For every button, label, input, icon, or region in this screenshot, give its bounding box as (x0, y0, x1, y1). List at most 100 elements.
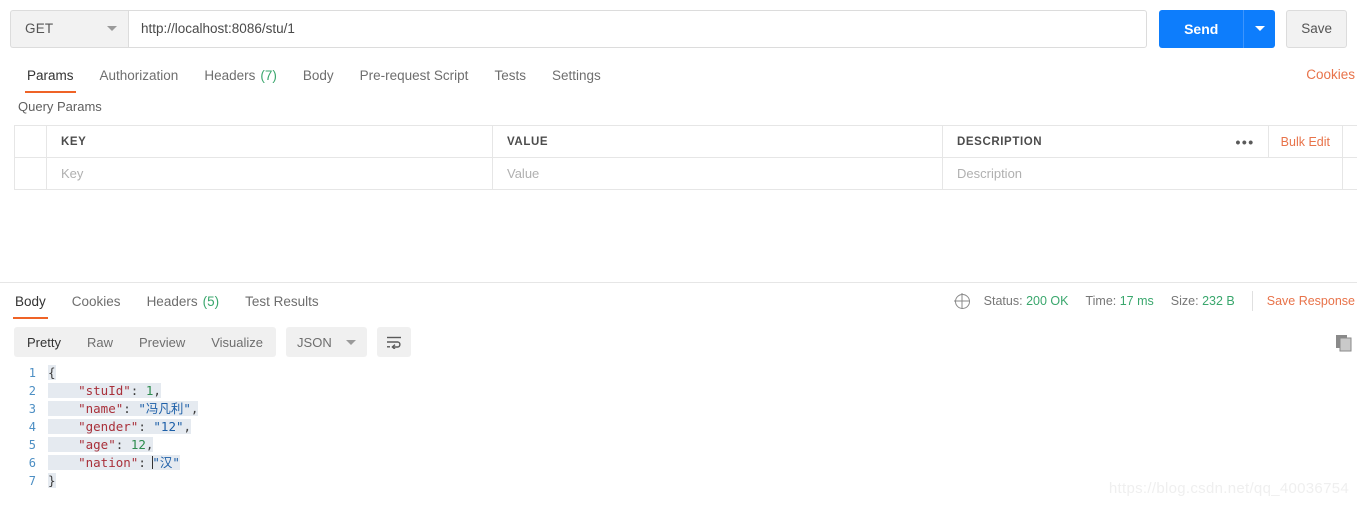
code-line: 5 "age": 12, (14, 436, 1357, 454)
status-badge: Status: 200 OK (984, 294, 1069, 308)
cookies-link[interactable]: Cookies (1306, 67, 1357, 82)
format-tab-visualize[interactable]: Visualize (198, 327, 276, 357)
column-header-description-label: DESCRIPTION (957, 136, 1042, 148)
response-meta-bar: Status: 200 OK Time: 17 ms Size: 232 B S… (955, 291, 1357, 311)
tab-settings[interactable]: Settings (539, 57, 614, 93)
chevron-down-icon (346, 340, 356, 345)
param-description-input[interactable]: Description (943, 158, 1343, 189)
tab-label: Headers (147, 294, 198, 309)
chevron-down-icon (1255, 26, 1265, 31)
tab-label: Body (303, 68, 334, 83)
word-wrap-icon (386, 335, 402, 349)
tab-count: (5) (203, 294, 220, 309)
query-params-table: KEY VALUE DESCRIPTION ••• Bulk Edit Key … (14, 125, 1357, 190)
line-number: 4 (14, 418, 48, 436)
time-value: 17 ms (1120, 294, 1154, 308)
request-tab-bar: Params Authorization Headers (7) Body Pr… (0, 57, 1357, 95)
http-method-select[interactable]: GET (10, 10, 128, 48)
content-type-value: JSON (297, 335, 332, 350)
line-number: 5 (14, 436, 48, 454)
time-badge: Time: 17 ms (1085, 294, 1153, 308)
code-line: 1{ (14, 364, 1357, 382)
status-label: Status: (984, 294, 1023, 308)
code-line: 4 "gender": "12", (14, 418, 1357, 436)
response-tab-headers[interactable]: Headers (5) (134, 283, 233, 319)
select-all-checkbox-cell[interactable] (15, 126, 47, 157)
line-number: 6 (14, 454, 48, 472)
save-request-button[interactable]: Save (1286, 10, 1347, 48)
tab-count: (7) (260, 68, 277, 83)
postman-window: GET http://localhost:8086/stu/1 Send Sav… (0, 0, 1357, 505)
send-button-group: Send (1159, 10, 1275, 48)
copy-response-button[interactable] (1331, 330, 1357, 356)
code-line: 3 "name": "冯凡利", (14, 400, 1357, 418)
status-value: 200 OK (1026, 294, 1068, 308)
table-row: Key Value Description (15, 158, 1357, 190)
tab-label: Tests (494, 68, 526, 83)
row-checkbox-cell[interactable] (15, 158, 47, 189)
bulk-edit-link[interactable]: Bulk Edit (1268, 126, 1342, 157)
tab-pre-request-script[interactable]: Pre-request Script (347, 57, 482, 93)
format-tab-preview[interactable]: Preview (126, 327, 198, 357)
line-content: { (48, 364, 56, 382)
tab-label: Body (15, 294, 46, 309)
size-label: Size: (1171, 294, 1199, 308)
param-value-input[interactable]: Value (493, 158, 943, 189)
line-number: 3 (14, 400, 48, 418)
column-header-value: VALUE (493, 126, 943, 157)
line-number: 7 (14, 472, 48, 490)
response-tab-test-results[interactable]: Test Results (232, 283, 332, 319)
line-number: 1 (14, 364, 48, 382)
code-line: 6 "nation": "汉" (14, 454, 1357, 472)
table-header-row: KEY VALUE DESCRIPTION ••• Bulk Edit (15, 126, 1357, 158)
line-content: "gender": "12", (48, 418, 191, 436)
tab-tests[interactable]: Tests (481, 57, 539, 93)
params-table-tools: ••• Bulk Edit (1222, 126, 1342, 157)
tab-params[interactable]: Params (14, 57, 87, 93)
query-params-title: Query Params (18, 99, 102, 114)
size-badge: Size: 232 B (1171, 294, 1235, 308)
copy-icon (1335, 334, 1353, 352)
chevron-down-icon (107, 26, 117, 31)
send-button[interactable]: Send (1159, 10, 1243, 48)
save-response-link[interactable]: Save Response (1267, 294, 1357, 308)
code-line: 2 "stuId": 1, (14, 382, 1357, 400)
format-tab-raw[interactable]: Raw (74, 327, 126, 357)
response-tab-cookies[interactable]: Cookies (59, 283, 134, 319)
watermark: https://blog.csdn.net/qq_40036754 (1109, 480, 1349, 497)
tab-label: Test Results (245, 294, 319, 309)
line-content: "stuId": 1, (48, 382, 161, 400)
tab-authorization[interactable]: Authorization (87, 57, 192, 93)
time-label: Time: (1085, 294, 1116, 308)
url-input[interactable]: http://localhost:8086/stu/1 (128, 10, 1147, 48)
response-format-tabs: Pretty Raw Preview Visualize (14, 327, 276, 357)
line-content: } (48, 472, 56, 490)
tab-headers[interactable]: Headers (7) (191, 57, 290, 93)
line-content: "nation": "汉" (48, 454, 180, 472)
tab-label: Authorization (100, 68, 179, 83)
url-value: http://localhost:8086/stu/1 (141, 21, 295, 36)
meta-divider (1252, 291, 1253, 311)
line-number: 2 (14, 382, 48, 400)
content-type-select[interactable]: JSON (286, 327, 367, 357)
format-tab-pretty[interactable]: Pretty (14, 327, 74, 357)
tab-label: Pre-request Script (360, 68, 469, 83)
http-method-value: GET (25, 21, 53, 36)
line-content: "name": "冯凡利", (48, 400, 198, 418)
tab-label: Params (27, 68, 74, 83)
tab-label: Cookies (72, 294, 121, 309)
word-wrap-button[interactable] (377, 327, 411, 357)
send-options-button[interactable] (1243, 10, 1275, 48)
tab-label: Settings (552, 68, 601, 83)
network-globe-icon[interactable] (955, 294, 970, 309)
more-options-icon[interactable]: ••• (1222, 126, 1267, 157)
tab-label: Headers (204, 68, 255, 83)
response-tab-body[interactable]: Body (2, 283, 59, 319)
param-key-input[interactable]: Key (47, 158, 493, 189)
line-content: "age": 12, (48, 436, 153, 454)
tab-body[interactable]: Body (290, 57, 347, 93)
response-body-toolbar: Pretty Raw Preview Visualize JSON (14, 327, 411, 357)
column-header-description: DESCRIPTION ••• Bulk Edit (943, 126, 1343, 157)
column-header-key: KEY (47, 126, 493, 157)
request-url-bar: GET http://localhost:8086/stu/1 Send Sav… (0, 0, 1357, 57)
